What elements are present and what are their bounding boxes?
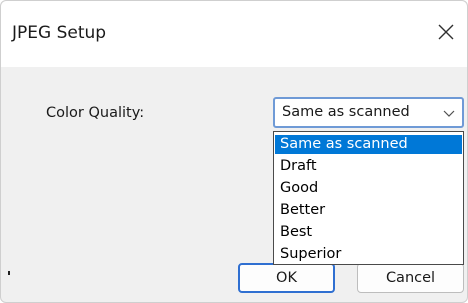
color-quality-label: Color Quality:: [46, 105, 145, 121]
color-quality-select[interactable]: Same as scanned: [273, 97, 464, 128]
close-icon: [438, 24, 454, 40]
color-quality-value: Same as scanned: [282, 104, 410, 120]
color-quality-dropdown-list: Same as scanned Draft Good Better Best S…: [273, 131, 464, 265]
option-best[interactable]: Best: [275, 223, 462, 242]
option-draft[interactable]: Draft: [275, 157, 462, 176]
option-superior[interactable]: Superior: [275, 245, 462, 264]
cancel-button[interactable]: Cancel: [357, 263, 464, 293]
option-same-as-scanned[interactable]: Same as scanned: [275, 135, 462, 154]
close-button[interactable]: [429, 15, 463, 49]
dialog-title: JPEG Setup: [12, 23, 107, 43]
jpeg-setup-dialog: JPEG Setup Color Quality: Same as scanne…: [0, 0, 468, 303]
title-bar: JPEG Setup: [1, 1, 467, 67]
edge-mark: [8, 271, 10, 275]
option-good[interactable]: Good: [275, 179, 462, 198]
ok-button-label: OK: [276, 270, 297, 286]
cancel-button-label: Cancel: [385, 270, 436, 286]
chevron-down-icon: [443, 110, 455, 117]
ok-button[interactable]: OK: [238, 263, 335, 293]
option-better[interactable]: Better: [275, 201, 462, 220]
